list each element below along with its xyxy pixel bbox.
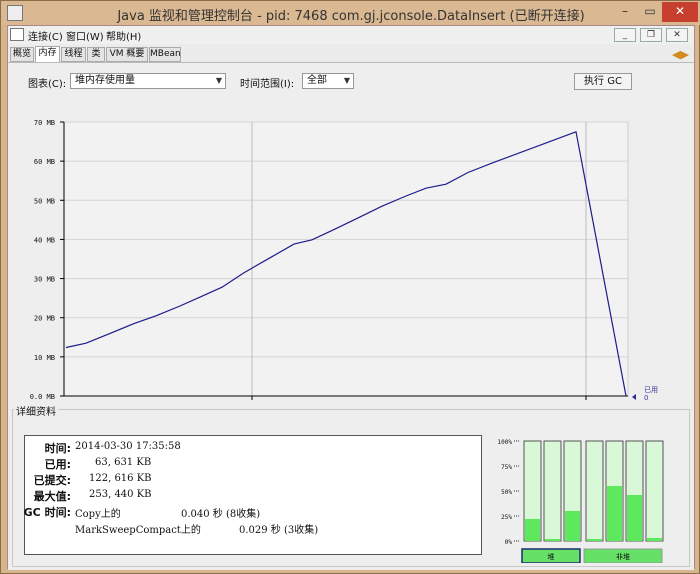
frame-minimize-button[interactable]: _ <box>614 28 636 42</box>
non-heap-pool-bar-fill <box>587 539 602 541</box>
pool-y-tick-label: 75% <box>501 464 512 471</box>
chart-select-value: 堆内存使用量 <box>75 75 135 86</box>
chart-select-label: 图表(C): <box>28 79 67 90</box>
non-heap-pool-bar-fill <box>627 495 642 541</box>
y-tick-label: 40 MB <box>34 236 55 244</box>
heap-pool-bar[interactable] <box>543 440 562 542</box>
non-heap-pools-label: 非堆 <box>616 552 630 561</box>
chart-select[interactable]: 堆内存使用量 ▼ <box>70 73 226 89</box>
time-range-select[interactable]: 全部 ▼ <box>302 73 354 89</box>
current-value-marker-icon <box>632 394 636 400</box>
heap-pool-bars <box>523 440 582 542</box>
menu-window[interactable]: 窗口(W) <box>66 28 104 43</box>
pool-y-ticks: 100% 75% 50% 25% 0% <box>498 439 520 546</box>
perform-gc-button[interactable]: 执行 GC <box>574 73 632 90</box>
detail-key-max: 最大值: <box>33 490 71 503</box>
detail-value-time: 2014-03-30 17:35:58 <box>75 441 181 452</box>
gc-marksweep-value: 0.029 秒 (3收集) <box>239 525 319 536</box>
tab-classes[interactable]: 类 <box>87 47 105 62</box>
details-box: 时间: 2014-03-30 17:35:58 已用: 63, 631 KB 已… <box>24 435 482 555</box>
title-bar[interactable]: Java 监视和管理控制台 - pid: 7468 com.gj.jconsol… <box>1 1 700 25</box>
menu-help[interactable]: 帮助(H) <box>106 28 141 43</box>
tab-overview[interactable]: 概览 <box>10 47 34 62</box>
pool-y-tick-label: 0% <box>505 539 513 546</box>
pool-y-tick-label: 100% <box>498 439 513 446</box>
chevron-down-icon: ▼ <box>343 76 350 85</box>
heap-pools-label: 堆 <box>548 552 555 561</box>
y-tick-labels: 0.0 MB 10 MB 20 MB 30 MB 40 MB 50 MB 60 MB 70 M… <box>30 119 64 401</box>
menu-bar: 连接(C) 窗口(W) 帮助(H) _ ❐ ✕ <box>8 26 694 44</box>
non-heap-pool-bar[interactable] <box>585 440 604 542</box>
gc-marksweep-name: MarkSweepCompact上的 <box>75 525 201 536</box>
pool-y-tick-label: 25% <box>501 514 512 521</box>
y-tick-label: 0.0 MB <box>30 393 55 401</box>
y-tick-label: 60 MB <box>34 158 55 166</box>
y-tick-label: 10 MB <box>34 354 55 362</box>
non-heap-pool-bar[interactable] <box>645 440 664 542</box>
y-tick-label: 30 MB <box>34 276 55 284</box>
plot-area <box>63 121 629 397</box>
detail-key-time: 时间: <box>44 442 71 455</box>
maximize-button[interactable]: ▭ <box>638 2 662 22</box>
tab-threads[interactable]: 线程 <box>61 47 86 62</box>
memory-pool-bars: 100% 75% 50% 25% 0% 堆 非堆 <box>498 439 664 563</box>
heap-pool-bar-fill <box>545 539 560 541</box>
gc-copy-value: 0.040 秒 (8收集) <box>181 509 261 520</box>
chevron-down-icon: ▼ <box>215 76 222 85</box>
tab-mbean[interactable]: MBean <box>149 47 181 62</box>
current-value-label: 0 <box>644 394 648 401</box>
tab-memory[interactable]: 内存 <box>35 46 60 63</box>
detail-value-used: 63, 631 KB <box>95 457 152 468</box>
details-title: 详细资料 <box>14 403 58 418</box>
menu-connection[interactable]: 连接(C) <box>28 28 63 43</box>
gc-copy-name: Copy上的 <box>75 509 121 520</box>
tab-scroll-arrows-icon[interactable]: ◀▶ <box>672 48 689 61</box>
window-title: Java 监视和管理控制台 - pid: 7468 com.gj.jconsol… <box>117 9 585 24</box>
minimize-button[interactable]: – <box>613 2 637 22</box>
non-heap-pool-bar-fill <box>607 486 622 541</box>
detail-value-committed: 122, 616 KB <box>89 473 152 484</box>
non-heap-pool-bar-fill <box>647 538 662 541</box>
frame-close-button[interactable]: ✕ <box>666 28 688 42</box>
tab-bar: 概览 内存 线程 类 VM 概要 MBean ◀▶ <box>8 45 694 63</box>
time-range-value: 全部 <box>307 75 327 86</box>
y-tick-label: 50 MB <box>34 197 55 205</box>
heap-pool-bar-fill <box>525 519 540 541</box>
application-window: Java 监视和管理控制台 - pid: 7468 com.gj.jconsol… <box>0 0 700 574</box>
time-range-label: 时间范围(I): <box>240 79 295 90</box>
memory-panel: 图表(C): 堆内存使用量 ▼ 时间范围(I): 全部 ▼ 执行 GC 0.0 … <box>8 62 694 570</box>
detail-key-used: 已用: <box>44 458 71 471</box>
non-heap-pool-bars <box>585 440 664 542</box>
y-tick-label: 70 MB <box>34 119 55 127</box>
legend-used: 已用 <box>644 386 658 394</box>
heap-memory-chart: 0.0 MB 10 MB 20 MB 30 MB 40 MB 50 MB 60 MB 70 M… <box>30 119 658 401</box>
internal-frame-icon <box>10 28 24 41</box>
y-tick-label: 20 MB <box>34 315 55 323</box>
pool-y-tick-label: 50% <box>501 489 512 496</box>
close-button[interactable]: ✕ <box>662 2 698 22</box>
frame-restore-button[interactable]: ❐ <box>640 28 662 42</box>
tab-vm-summary[interactable]: VM 概要 <box>106 47 148 62</box>
x-tick-labels: 17:3517:36 <box>251 396 587 400</box>
heap-pool-bar-fill <box>565 511 580 541</box>
detail-key-committed: 已提交: <box>33 474 71 487</box>
detail-key-gc-time: GC 时间: <box>23 506 71 519</box>
detail-value-max: 253, 440 KB <box>89 489 152 500</box>
console-client-area: 连接(C) 窗口(W) 帮助(H) _ ❐ ✕ 概览 内存 线程 类 VM 概要… <box>7 25 695 570</box>
